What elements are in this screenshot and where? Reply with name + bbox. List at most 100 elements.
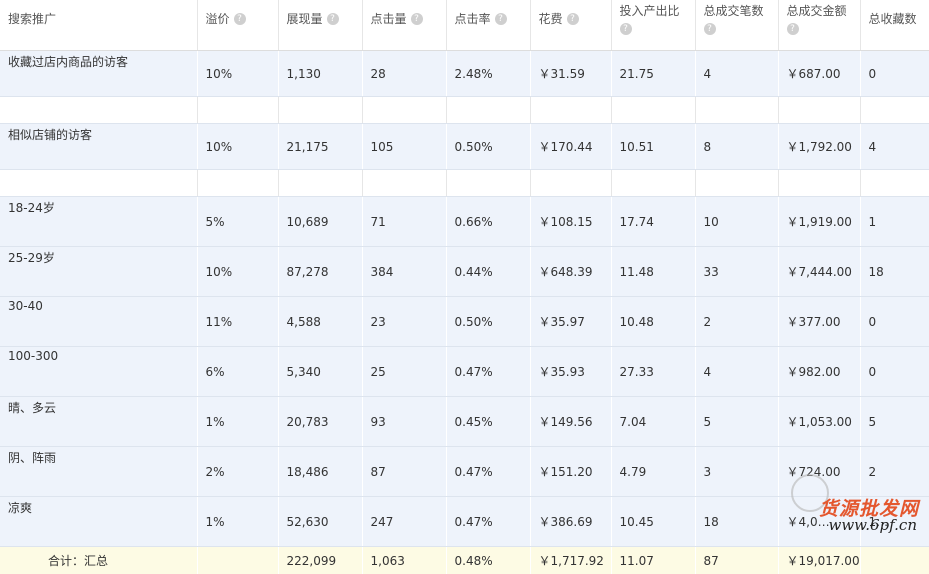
table-cell: 8 xyxy=(695,124,778,170)
table-row[interactable]: 相似店铺的访客10%21,1751050.50%￥170.4410.518￥1,… xyxy=(0,124,929,170)
table-cell: 10 xyxy=(695,197,778,247)
table-cell: 2 xyxy=(860,447,929,497)
table-cell: 5 xyxy=(695,397,778,447)
table-cell: 105 xyxy=(362,124,446,170)
table-cell: 18 xyxy=(860,247,929,297)
table-cell: 71 xyxy=(362,197,446,247)
spacer-cell xyxy=(778,170,860,197)
table-cell: 52,630 xyxy=(278,497,362,547)
table-cell: 6% xyxy=(197,347,278,397)
row-name: 18-24岁 xyxy=(0,197,197,247)
report-table: 搜索推广溢价?展现量?点击量?点击率?花费?投入产出比?总成交笔数?总成交金额?… xyxy=(0,0,929,574)
help-icon[interactable]: ? xyxy=(567,13,579,25)
table-cell: 10% xyxy=(197,124,278,170)
table-cell: 87 xyxy=(362,447,446,497)
help-icon[interactable]: ? xyxy=(234,13,246,25)
spacer-cell xyxy=(695,170,778,197)
help-icon[interactable]: ? xyxy=(327,13,339,25)
table-cell: 28 xyxy=(362,51,446,97)
table-cell: ￥1,792.00 xyxy=(778,124,860,170)
summary-cell: 222,099 xyxy=(278,547,362,574)
summary-cell: 87 xyxy=(695,547,778,574)
spacer-cell xyxy=(530,97,611,124)
table-row[interactable]: 100-3006%5,340250.47%￥35.9327.334￥982.00… xyxy=(0,347,929,397)
table-cell: ￥982.00 xyxy=(778,347,860,397)
table-cell: 0.44% xyxy=(446,247,530,297)
table-cell: 0.47% xyxy=(446,347,530,397)
table-row[interactable]: 阴、阵雨2%18,486870.47%￥151.204.793￥724.002 xyxy=(0,447,929,497)
spacer-cell xyxy=(0,170,197,197)
column-header-6[interactable]: 投入产出比? xyxy=(611,0,695,51)
table-cell: 10.51 xyxy=(611,124,695,170)
table-cell: 23 xyxy=(362,297,446,347)
column-header-5[interactable]: 花费? xyxy=(530,0,611,51)
table-cell: 21.75 xyxy=(611,51,695,97)
column-header-7[interactable]: 总成交笔数? xyxy=(695,0,778,51)
table-cell: 4 xyxy=(695,51,778,97)
table-cell: 10% xyxy=(197,247,278,297)
summary-cell: 1,063 xyxy=(362,547,446,574)
summary-cell: 0.48% xyxy=(446,547,530,574)
table-row[interactable]: 18-24岁5%10,689710.66%￥108.1517.7410￥1,91… xyxy=(0,197,929,247)
table-cell: 2% xyxy=(197,447,278,497)
table-cell: 4,588 xyxy=(278,297,362,347)
spacer-row xyxy=(0,170,929,197)
table-cell: 10% xyxy=(197,51,278,97)
table-cell: 25 xyxy=(362,347,446,397)
table-cell: 5 xyxy=(860,397,929,447)
help-icon[interactable]: ? xyxy=(620,23,632,35)
table-cell: 17.74 xyxy=(611,197,695,247)
summary-cell xyxy=(860,547,929,574)
table-row[interactable]: 收藏过店内商品的访客10%1,130282.48%￥31.5921.754￥68… xyxy=(0,51,929,97)
table-cell: 2 xyxy=(695,297,778,347)
table-cell: ￥1,053.00 xyxy=(778,397,860,447)
column-header-8[interactable]: 总成交金额? xyxy=(778,0,860,51)
table-cell: ￥4,0… xyxy=(778,497,860,547)
help-icon[interactable]: ? xyxy=(495,13,507,25)
table-cell: 1 xyxy=(860,197,929,247)
help-icon[interactable]: ? xyxy=(704,23,716,35)
column-header-label: 点击量 xyxy=(371,12,407,26)
column-header-label: 花费 xyxy=(539,12,563,26)
table-cell: 11% xyxy=(197,297,278,347)
spacer-cell xyxy=(695,97,778,124)
column-header-label: 总收藏数 xyxy=(869,12,917,26)
table-cell: ￥648.39 xyxy=(530,247,611,297)
table-cell: 7.04 xyxy=(611,397,695,447)
column-header-4[interactable]: 点击率? xyxy=(446,0,530,51)
column-header-2[interactable]: 展现量? xyxy=(278,0,362,51)
table-row[interactable]: 凉爽1%52,6302470.47%￥386.6910.4518￥4,0…1… xyxy=(0,497,929,547)
column-header-9[interactable]: 总收藏数 xyxy=(860,0,929,51)
help-icon[interactable]: ? xyxy=(787,23,799,35)
spacer-cell xyxy=(530,170,611,197)
table-row[interactable]: 30-4011%4,588230.50%￥35.9710.482￥377.000 xyxy=(0,297,929,347)
row-name: 25-29岁 xyxy=(0,247,197,297)
spacer-cell xyxy=(197,170,278,197)
table-cell: 10.48 xyxy=(611,297,695,347)
column-header-label: 投入产出比 xyxy=(620,4,680,18)
summary-cell: 11.07 xyxy=(611,547,695,574)
table-cell: ￥724.00 xyxy=(778,447,860,497)
table-row[interactable]: 晴、多云1%20,783930.45%￥149.567.045￥1,053.00… xyxy=(0,397,929,447)
row-name: 30-40 xyxy=(0,297,197,347)
table-cell: 1,130 xyxy=(278,51,362,97)
summary-row: 合计：汇总222,0991,0630.48%￥1,717.9211.0787￥1… xyxy=(0,547,929,574)
column-header-0[interactable]: 搜索推广 xyxy=(0,0,197,51)
table-cell: 27.33 xyxy=(611,347,695,397)
table-cell: 3 xyxy=(695,447,778,497)
row-name: 相似店铺的访客 xyxy=(0,124,197,170)
table-cell: ￥31.59 xyxy=(530,51,611,97)
table-cell: ￥386.69 xyxy=(530,497,611,547)
table-cell: 0 xyxy=(860,297,929,347)
column-header-label: 点击率 xyxy=(455,12,491,26)
table-cell: 10,689 xyxy=(278,197,362,247)
column-header-1[interactable]: 溢价? xyxy=(197,0,278,51)
spacer-row xyxy=(0,97,929,124)
column-header-label: 总成交金额 xyxy=(787,4,847,18)
table-cell: 1% xyxy=(197,397,278,447)
column-header-3[interactable]: 点击量? xyxy=(362,0,446,51)
summary-cell: ￥1,717.92 xyxy=(530,547,611,574)
help-icon[interactable]: ? xyxy=(411,13,423,25)
table-row[interactable]: 25-29岁10%87,2783840.44%￥648.3911.4833￥7,… xyxy=(0,247,929,297)
header-row: 搜索推广溢价?展现量?点击量?点击率?花费?投入产出比?总成交笔数?总成交金额?… xyxy=(0,0,929,51)
